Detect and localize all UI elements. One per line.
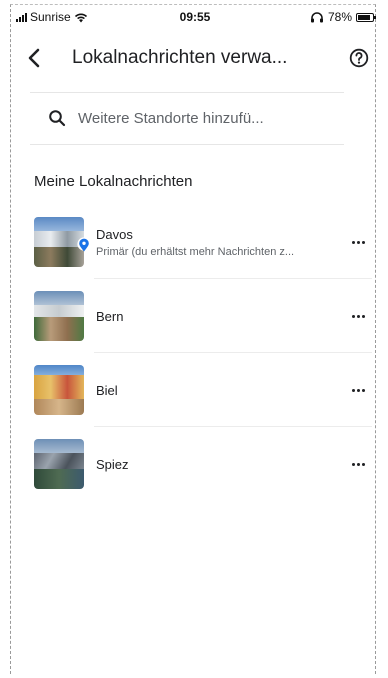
search-placeholder: Weitere Standorte hinzufü... xyxy=(78,109,264,127)
app-bar: Lokalnachrichten verwa... xyxy=(20,40,372,76)
back-button[interactable] xyxy=(20,44,48,72)
more-horiz-icon xyxy=(351,462,365,466)
wifi-icon xyxy=(74,13,87,22)
more-options-button[interactable] xyxy=(344,376,372,404)
search-divider-top xyxy=(30,92,344,93)
battery-percent: 78% xyxy=(327,10,352,24)
status-bar: Sunrise 09:55 78% xyxy=(16,8,376,26)
location-name: Spiez xyxy=(96,456,129,472)
location-row-spiez[interactable]: Spiez xyxy=(34,427,372,501)
page-title: Lokalnachrichten verwa... xyxy=(72,47,288,68)
more-options-button[interactable] xyxy=(344,228,372,256)
location-name: Biel xyxy=(96,382,118,398)
more-horiz-icon xyxy=(351,388,365,392)
more-horiz-icon xyxy=(351,314,365,318)
location-name: Bern xyxy=(96,308,124,324)
add-location-search[interactable]: Weitere Standorte hinzufü... xyxy=(48,104,348,132)
location-row-biel[interactable]: Biel xyxy=(34,353,372,427)
section-title: Meine Lokalnachrichten xyxy=(34,173,193,190)
location-thumbnail xyxy=(34,365,84,415)
location-list: Davos Primär (du erhältst mehr Nachricht… xyxy=(34,205,372,501)
carrier-name: Sunrise xyxy=(30,10,71,24)
more-options-button[interactable] xyxy=(344,302,372,330)
help-circle-icon xyxy=(349,48,369,68)
location-text: Spiez xyxy=(96,457,344,472)
search-divider-bottom xyxy=(30,144,344,145)
headphones-icon xyxy=(310,11,323,22)
location-text: Bern xyxy=(96,309,344,324)
location-thumbnail xyxy=(34,439,84,489)
search-icon xyxy=(49,110,66,127)
location-text: Biel xyxy=(96,383,344,398)
help-button[interactable] xyxy=(346,45,372,71)
more-horiz-icon xyxy=(351,240,365,244)
location-text: Davos Primär (du erhältst mehr Nachricht… xyxy=(96,227,344,258)
status-right: 78% xyxy=(310,10,376,24)
location-thumbnail xyxy=(34,291,84,341)
location-primary-note: Primär (du erhältst mehr Nachrichten z..… xyxy=(96,245,295,258)
battery-icon xyxy=(356,12,376,22)
location-pin-icon xyxy=(77,237,91,252)
signal-icon xyxy=(16,12,27,22)
location-name: Davos xyxy=(96,226,133,242)
more-options-button[interactable] xyxy=(344,450,372,478)
location-row-davos[interactable]: Davos Primär (du erhältst mehr Nachricht… xyxy=(34,205,372,279)
location-row-bern[interactable]: Bern xyxy=(34,279,372,353)
carrier-group: Sunrise xyxy=(16,10,88,24)
back-arrow-icon xyxy=(28,48,40,68)
